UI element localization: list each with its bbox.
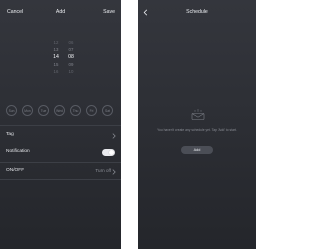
onoff-value: Turn off: [95, 168, 111, 173]
onoff-label: ON/OFF: [6, 168, 25, 173]
toggle-knob: [108, 149, 115, 156]
empty-schedule-icon: [191, 109, 205, 120]
save-button[interactable]: Save: [103, 9, 115, 15]
weekday-button-mon[interactable]: Mon: [22, 105, 33, 116]
divider: [0, 162, 121, 163]
chevron-right-icon: [112, 169, 116, 175]
minute-option[interactable]: 06: [61, 39, 81, 46]
weekday-button-thu[interactable]: Thu: [70, 105, 81, 116]
tag-label: Tag: [6, 132, 14, 137]
tag-row[interactable]: Tag: [0, 129, 121, 142]
minute-option[interactable]: [61, 32, 81, 39]
add-header: Cancel Add Save: [0, 9, 121, 21]
minute-option[interactable]: 09: [61, 61, 81, 68]
notification-toggle[interactable]: [102, 149, 115, 156]
empty-message: You haven't create any schedule yet. Tap…: [157, 128, 237, 132]
chevron-right-icon: [112, 133, 116, 139]
weekday-button-sun[interactable]: Sun: [6, 105, 17, 116]
notification-label: Notification: [6, 149, 30, 154]
minute-option[interactable]: 10: [61, 68, 81, 75]
add-schedule-button[interactable]: Add: [181, 146, 213, 154]
minute-option-selected[interactable]: 08: [61, 54, 81, 61]
notification-row: Notification: [0, 146, 121, 159]
schedule-title: Schedule: [186, 9, 208, 15]
minute-option[interactable]: 07: [61, 46, 81, 53]
weekday-button-tue[interactable]: Tue: [38, 105, 49, 116]
divider: [0, 179, 121, 180]
time-picker[interactable]: 12 13 14 15 16 06 07 08 09 10: [0, 32, 121, 86]
schedule-header: Schedule: [138, 9, 256, 21]
minute-wheel[interactable]: 06 07 08 09 10: [61, 32, 81, 75]
schedule-screen: Schedule You haven't create any schedule…: [138, 0, 256, 249]
weekday-button-sat[interactable]: Sat: [102, 105, 113, 116]
onoff-row[interactable]: ON/OFF Turn off: [0, 165, 121, 178]
weekday-button-fri[interactable]: Fri: [86, 105, 97, 116]
weekday-button-wed[interactable]: Wed: [54, 105, 65, 116]
weekday-selector: Sun Mon Tue Wed Thu Fri Sat: [6, 105, 116, 116]
add-schedule-screen: Cancel Add Save 12 13 14 15 16 06 07 08 …: [0, 0, 121, 249]
divider: [0, 125, 121, 126]
